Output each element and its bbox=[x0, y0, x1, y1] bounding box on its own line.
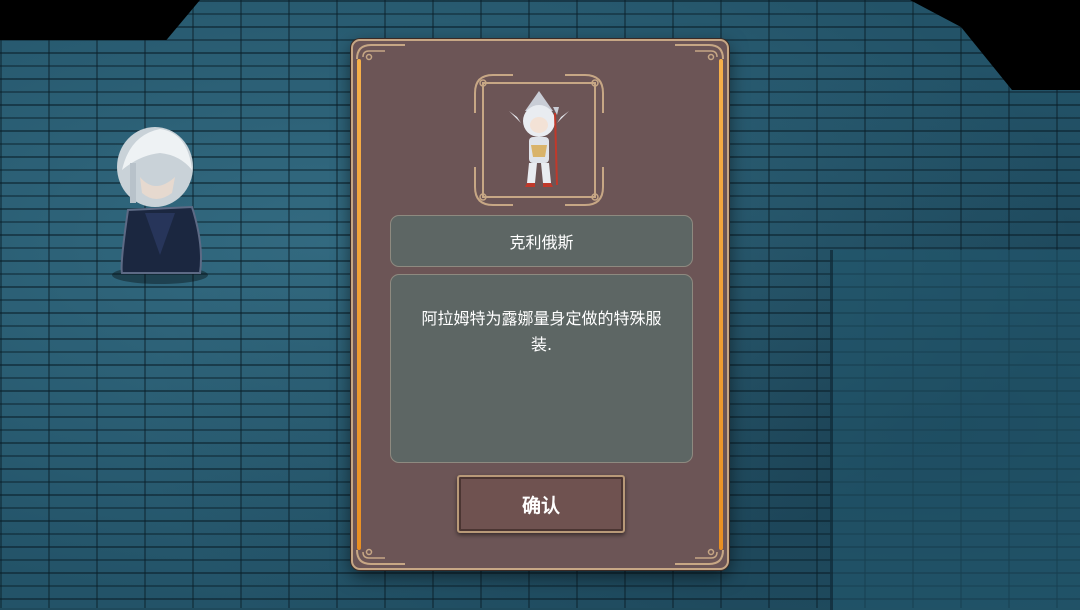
confirm-button[interactable]: 确认 bbox=[457, 475, 625, 533]
corner-flourish-icon bbox=[356, 44, 405, 61]
item-name: 克利俄斯 bbox=[509, 233, 574, 252]
player-character-sprite bbox=[112, 127, 208, 284]
void-edge bbox=[910, 0, 1080, 90]
item-description: 阿拉姆特为露娜量身定做的特殊服装. bbox=[421, 309, 662, 354]
item-info-dialog: 克利俄斯 阿拉姆特为露娜量身定做的特殊服装. 确认 bbox=[351, 39, 729, 570]
corner-flourish-icon bbox=[675, 548, 724, 565]
corner-flourish-icon bbox=[675, 44, 724, 61]
dialog-rail-left bbox=[357, 59, 361, 550]
dialog-rail-right bbox=[719, 59, 723, 550]
void-edge bbox=[0, 0, 200, 40]
confirm-button-label: 确认 bbox=[521, 494, 560, 517]
item-description-box: 阿拉姆特为露娜量身定做的特殊服装. bbox=[390, 274, 693, 463]
item-name-box: 克利俄斯 bbox=[390, 215, 693, 267]
corner-flourish-icon bbox=[356, 548, 405, 565]
item-portrait-frame bbox=[474, 74, 604, 206]
stone-ledge bbox=[830, 250, 1080, 610]
